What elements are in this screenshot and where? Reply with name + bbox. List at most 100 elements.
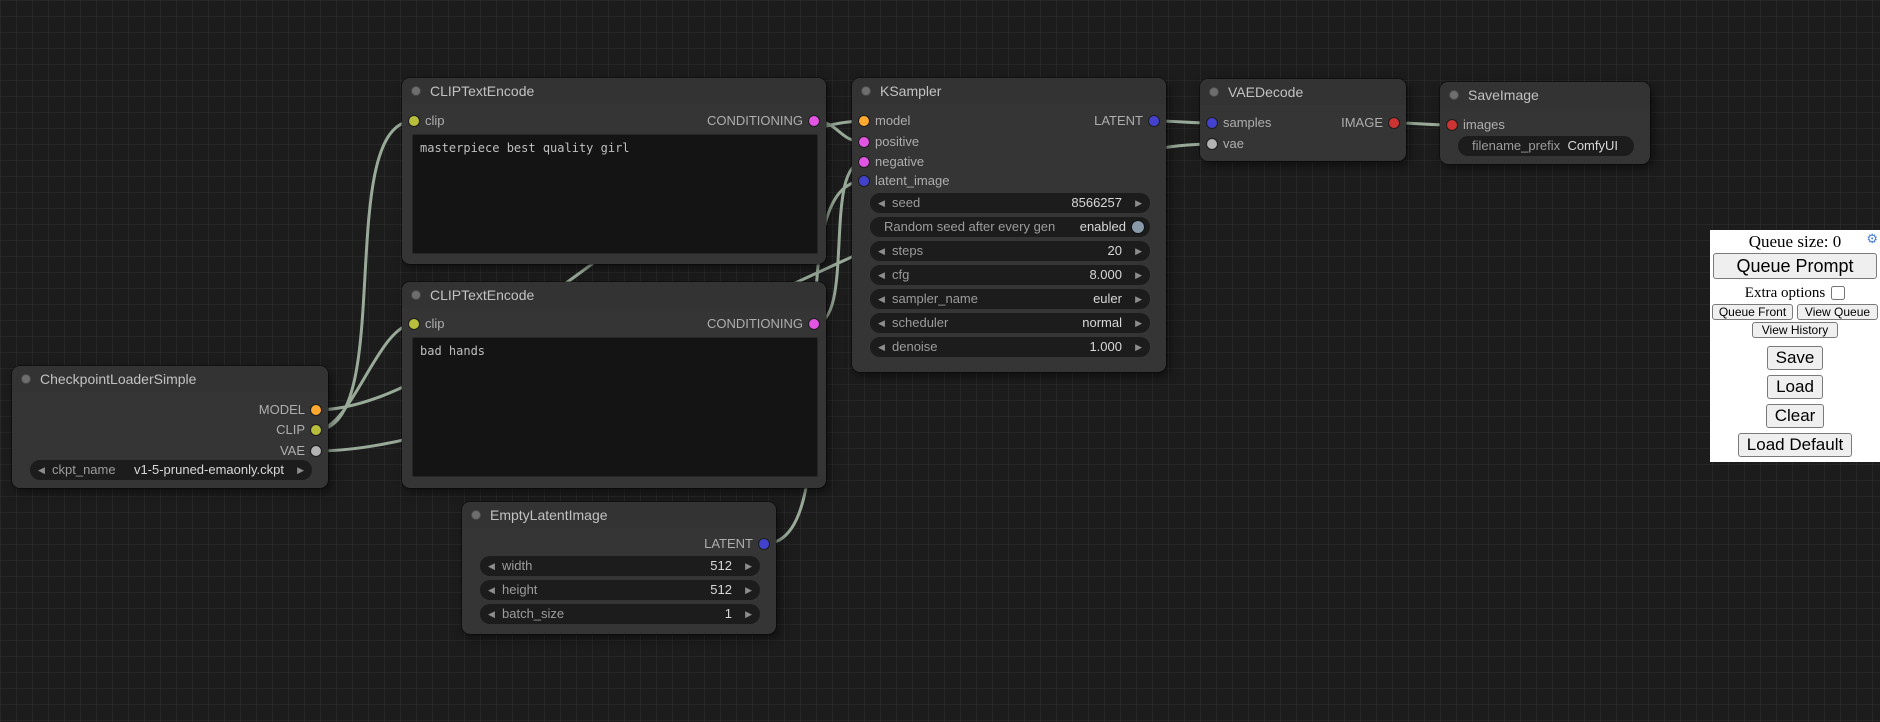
widget-value: 512 (710, 580, 732, 600)
negative-prompt-textarea[interactable]: bad hands (412, 337, 818, 477)
toggle-on-indicator[interactable] (1132, 221, 1144, 233)
clear-button[interactable]: Clear (1766, 404, 1824, 428)
view-history-button[interactable]: View History (1752, 322, 1838, 338)
node-vae-decode[interactable]: VAEDecode samples vae IMAGE (1200, 79, 1406, 161)
positive-prompt-textarea[interactable]: masterpiece best quality girl (412, 134, 818, 254)
random-seed-toggle-widget[interactable]: Random seed after every gen enabled (870, 217, 1150, 237)
increment-arrow-icon[interactable]: ▶ (1135, 313, 1142, 333)
input-slot-negative: negative (852, 152, 1166, 172)
height-widget[interactable]: ◀ height 512 ▶ (480, 580, 760, 600)
widget-value: 8566257 (1071, 193, 1122, 213)
slot-label: CONDITIONING (707, 314, 803, 334)
decrement-arrow-icon[interactable]: ◀ (488, 604, 495, 624)
increment-arrow-icon[interactable]: ▶ (1135, 265, 1142, 285)
graph-canvas[interactable]: CheckpointLoaderSimple MODEL CLIP VAE ◀ … (0, 0, 1880, 722)
increment-arrow-icon[interactable]: ▶ (297, 460, 304, 480)
node-title-bar[interactable]: EmptyLatentImage (462, 502, 776, 528)
clip-output-port[interactable] (311, 425, 321, 435)
node-collapse-dot[interactable] (21, 374, 31, 384)
increment-arrow-icon[interactable]: ▶ (745, 556, 752, 576)
scheduler-widget[interactable]: ◀ scheduler normal ▶ (870, 313, 1150, 333)
cfg-widget[interactable]: ◀ cfg 8.000 ▶ (870, 265, 1150, 285)
negative-input-port[interactable] (859, 157, 869, 167)
latent-output-port[interactable] (759, 539, 769, 549)
node-title: KSampler (852, 78, 1166, 104)
decrement-arrow-icon[interactable]: ◀ (878, 313, 885, 333)
seed-widget[interactable]: ◀ seed 8566257 ▶ (870, 193, 1150, 213)
link-clip-negative (316, 324, 414, 430)
steps-widget[interactable]: ◀ steps 20 ▶ (870, 241, 1150, 261)
widget-label: seed (892, 193, 920, 213)
node-empty-latent-image[interactable]: EmptyLatentImage LATENT ◀ width 512 ▶ ◀ … (462, 502, 776, 634)
decrement-arrow-icon[interactable]: ◀ (878, 193, 885, 213)
conditioning-output-port[interactable] (809, 116, 819, 126)
increment-arrow-icon[interactable]: ▶ (1135, 289, 1142, 309)
increment-arrow-icon[interactable]: ▶ (1135, 337, 1142, 357)
node-title-bar[interactable]: SaveImage (1440, 82, 1650, 108)
batch-size-widget[interactable]: ◀ batch_size 1 ▶ (480, 604, 760, 624)
node-title-bar[interactable]: VAEDecode (1200, 79, 1406, 105)
input-slot-latent-image: latent_image (852, 171, 1166, 191)
node-title: CheckpointLoaderSimple (12, 366, 328, 392)
node-title-bar[interactable]: CLIPTextEncode (402, 78, 826, 104)
widget-value: 1.000 (1089, 337, 1122, 357)
increment-arrow-icon[interactable]: ▶ (745, 604, 752, 624)
node-title: CLIPTextEncode (402, 78, 826, 104)
output-slot-conditioning: CONDITIONING (402, 111, 826, 131)
save-button[interactable]: Save (1767, 346, 1823, 370)
node-collapse-dot[interactable] (1209, 87, 1219, 97)
positive-input-port[interactable] (859, 137, 869, 147)
conditioning-output-port[interactable] (809, 319, 819, 329)
view-queue-button[interactable]: View Queue (1797, 304, 1878, 320)
slot-label: LATENT (704, 534, 753, 554)
node-collapse-dot[interactable] (411, 290, 421, 300)
image-output-port[interactable] (1389, 118, 1399, 128)
decrement-arrow-icon[interactable]: ◀ (488, 580, 495, 600)
output-slot-conditioning: CONDITIONING (402, 314, 826, 334)
vae-output-port[interactable] (311, 446, 321, 456)
model-output-port[interactable] (311, 405, 321, 415)
widget-value: euler (1093, 289, 1122, 309)
decrement-arrow-icon[interactable]: ◀ (488, 556, 495, 576)
images-input-port[interactable] (1447, 120, 1457, 130)
decrement-arrow-icon[interactable]: ◀ (38, 460, 45, 480)
load-default-button[interactable]: Load Default (1738, 433, 1852, 457)
slot-label: latent_image (875, 171, 949, 191)
increment-arrow-icon[interactable]: ▶ (1135, 193, 1142, 213)
latent-output-port[interactable] (1149, 116, 1159, 126)
extra-options-checkbox[interactable] (1831, 286, 1845, 300)
node-save-image[interactable]: SaveImage images filename_prefix ComfyUI (1440, 82, 1650, 164)
node-ksampler[interactable]: KSampler model positive negative latent_… (852, 78, 1166, 372)
node-collapse-dot[interactable] (861, 86, 871, 96)
load-button[interactable]: Load (1767, 375, 1823, 399)
width-widget[interactable]: ◀ width 512 ▶ (480, 556, 760, 576)
widget-value: normal (1082, 313, 1122, 333)
node-title: EmptyLatentImage (462, 502, 776, 528)
increment-arrow-icon[interactable]: ▶ (745, 580, 752, 600)
vae-input-port[interactable] (1207, 139, 1217, 149)
output-slot-image: IMAGE (1200, 113, 1406, 133)
node-clip-text-encode-positive[interactable]: CLIPTextEncode clip CONDITIONING masterp… (402, 78, 826, 264)
node-collapse-dot[interactable] (471, 510, 481, 520)
decrement-arrow-icon[interactable]: ◀ (878, 241, 885, 261)
widget-label: height (502, 580, 537, 600)
ckpt-name-combo-widget[interactable]: ◀ ckpt_name v1-5-pruned-emaonly.ckpt ▶ (30, 460, 312, 480)
sampler-name-widget[interactable]: ◀ sampler_name euler ▶ (870, 289, 1150, 309)
queue-front-button[interactable]: Queue Front (1712, 304, 1793, 320)
denoise-widget[interactable]: ◀ denoise 1.000 ▶ (870, 337, 1150, 357)
decrement-arrow-icon[interactable]: ◀ (878, 265, 885, 285)
queue-prompt-button[interactable]: Queue Prompt (1713, 253, 1877, 279)
settings-gear-icon[interactable]: ⚙ (1866, 231, 1878, 247)
latent-input-port[interactable] (859, 176, 869, 186)
node-title-bar[interactable]: CheckpointLoaderSimple (12, 366, 328, 392)
node-collapse-dot[interactable] (1449, 90, 1459, 100)
filename-prefix-widget[interactable]: filename_prefix ComfyUI (1458, 136, 1634, 156)
node-title-bar[interactable]: KSampler (852, 78, 1166, 104)
node-title-bar[interactable]: CLIPTextEncode (402, 282, 826, 308)
node-clip-text-encode-negative[interactable]: CLIPTextEncode clip CONDITIONING bad han… (402, 282, 826, 488)
decrement-arrow-icon[interactable]: ◀ (878, 337, 885, 357)
node-collapse-dot[interactable] (411, 86, 421, 96)
increment-arrow-icon[interactable]: ▶ (1135, 241, 1142, 261)
decrement-arrow-icon[interactable]: ◀ (878, 289, 885, 309)
node-checkpoint-loader-simple[interactable]: CheckpointLoaderSimple MODEL CLIP VAE ◀ … (12, 366, 328, 488)
